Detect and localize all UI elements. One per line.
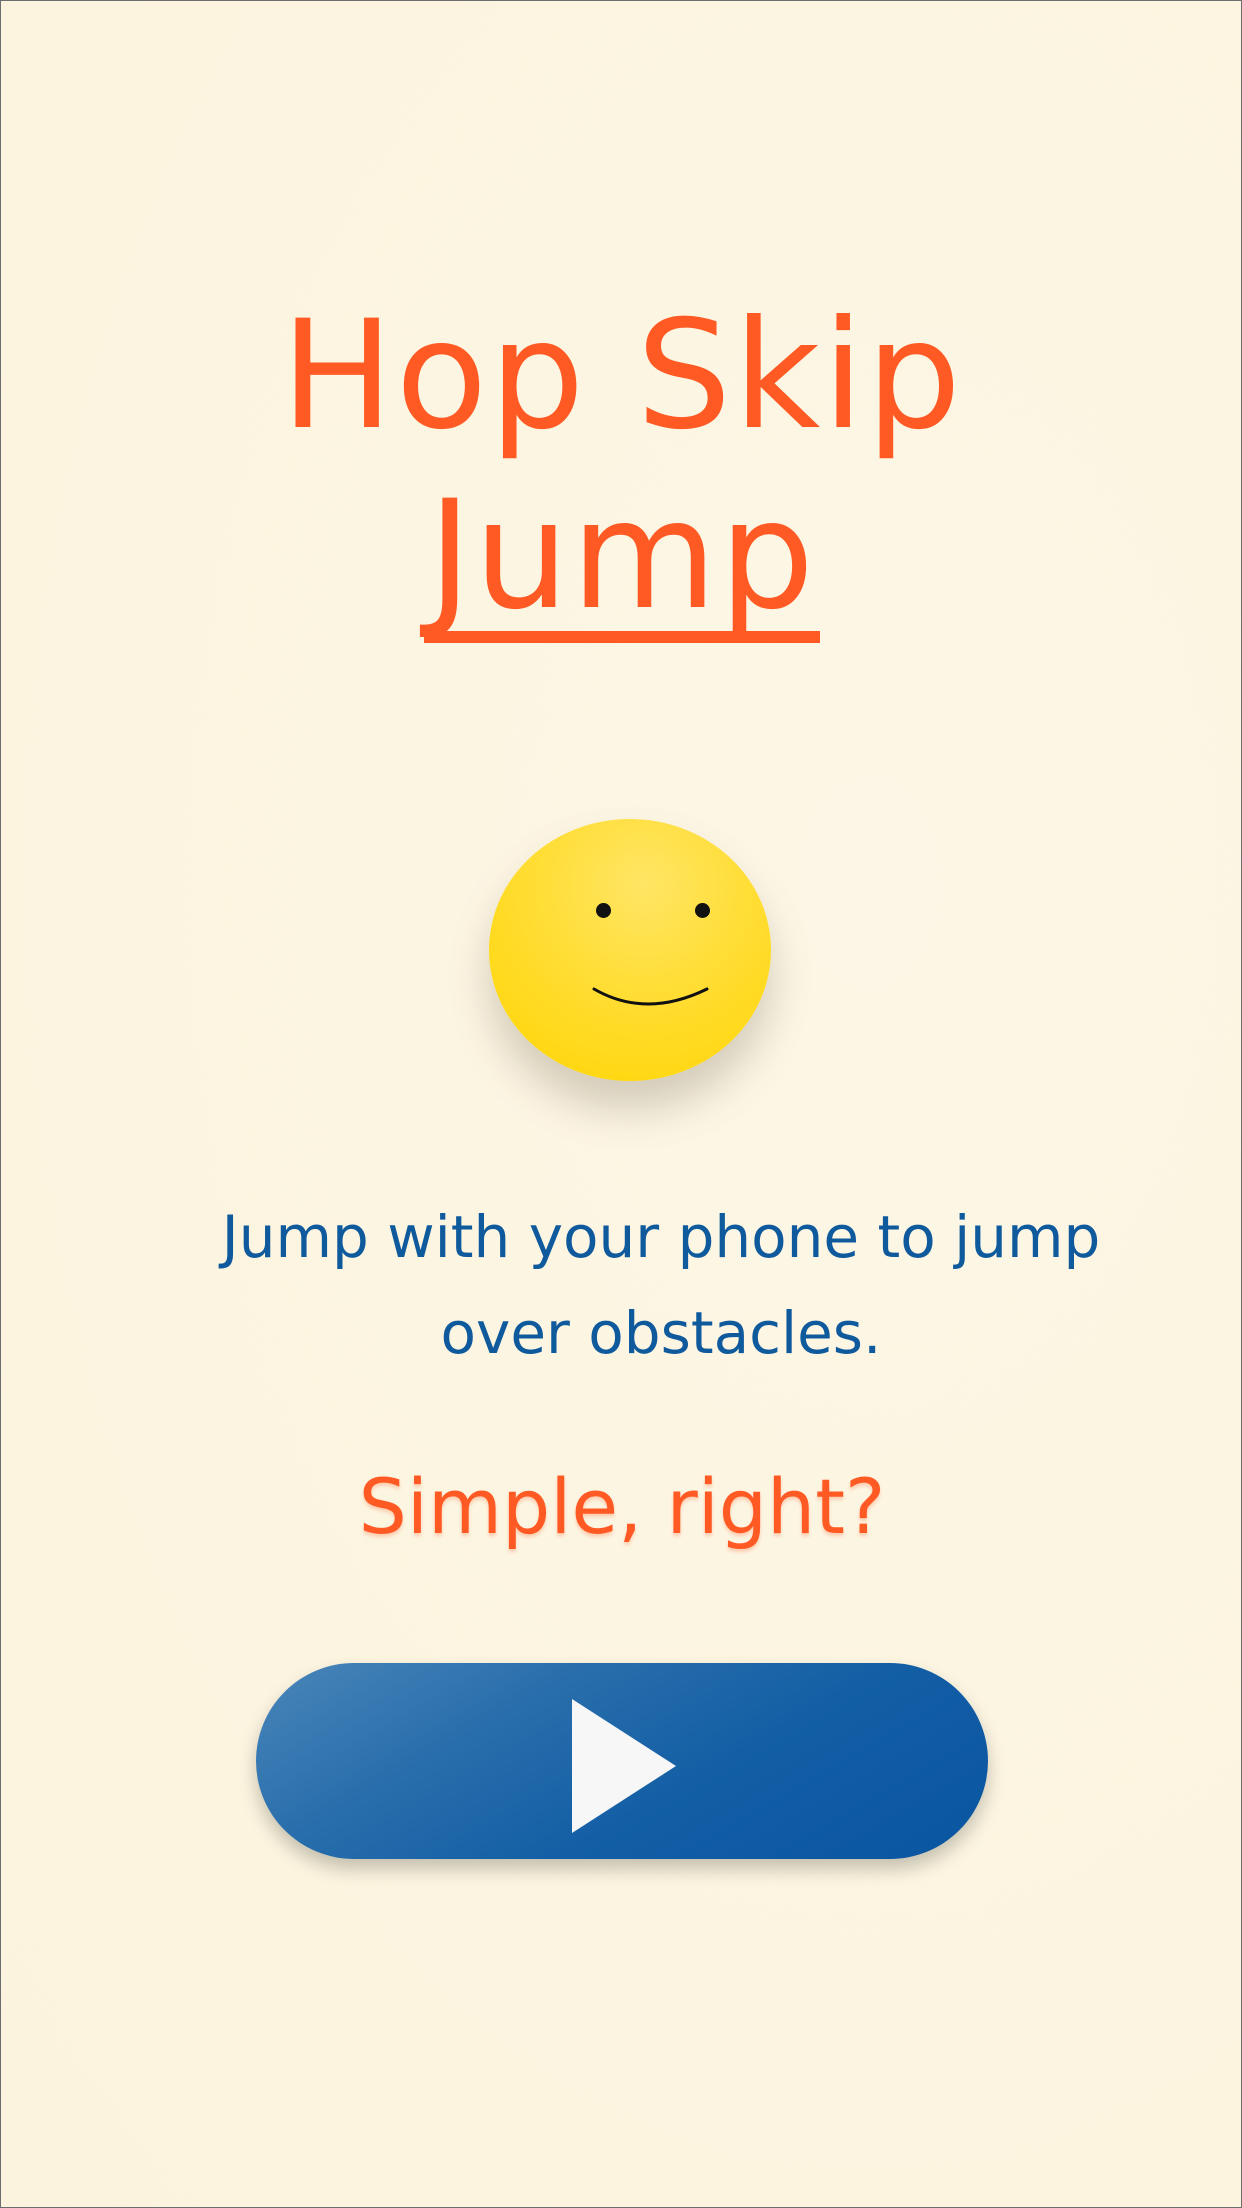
game-title-line-1: Hop Skip — [280, 289, 964, 463]
right-eye — [695, 903, 710, 918]
mascot-ball — [489, 819, 771, 1081]
game-title-jump: Jump — [423, 481, 821, 643]
smile-mouth — [592, 987, 709, 1006]
game-description: Jump with your phone to jump over obstac… — [221, 1203, 1101, 1367]
play-button[interactable] — [256, 1663, 988, 1859]
play-icon — [572, 1699, 676, 1833]
left-eye — [596, 903, 611, 918]
tagline: Simple, right? — [358, 1462, 886, 1551]
smiley-face-icon — [489, 819, 771, 1081]
game-title-line-2: Jump — [1, 471, 1242, 643]
